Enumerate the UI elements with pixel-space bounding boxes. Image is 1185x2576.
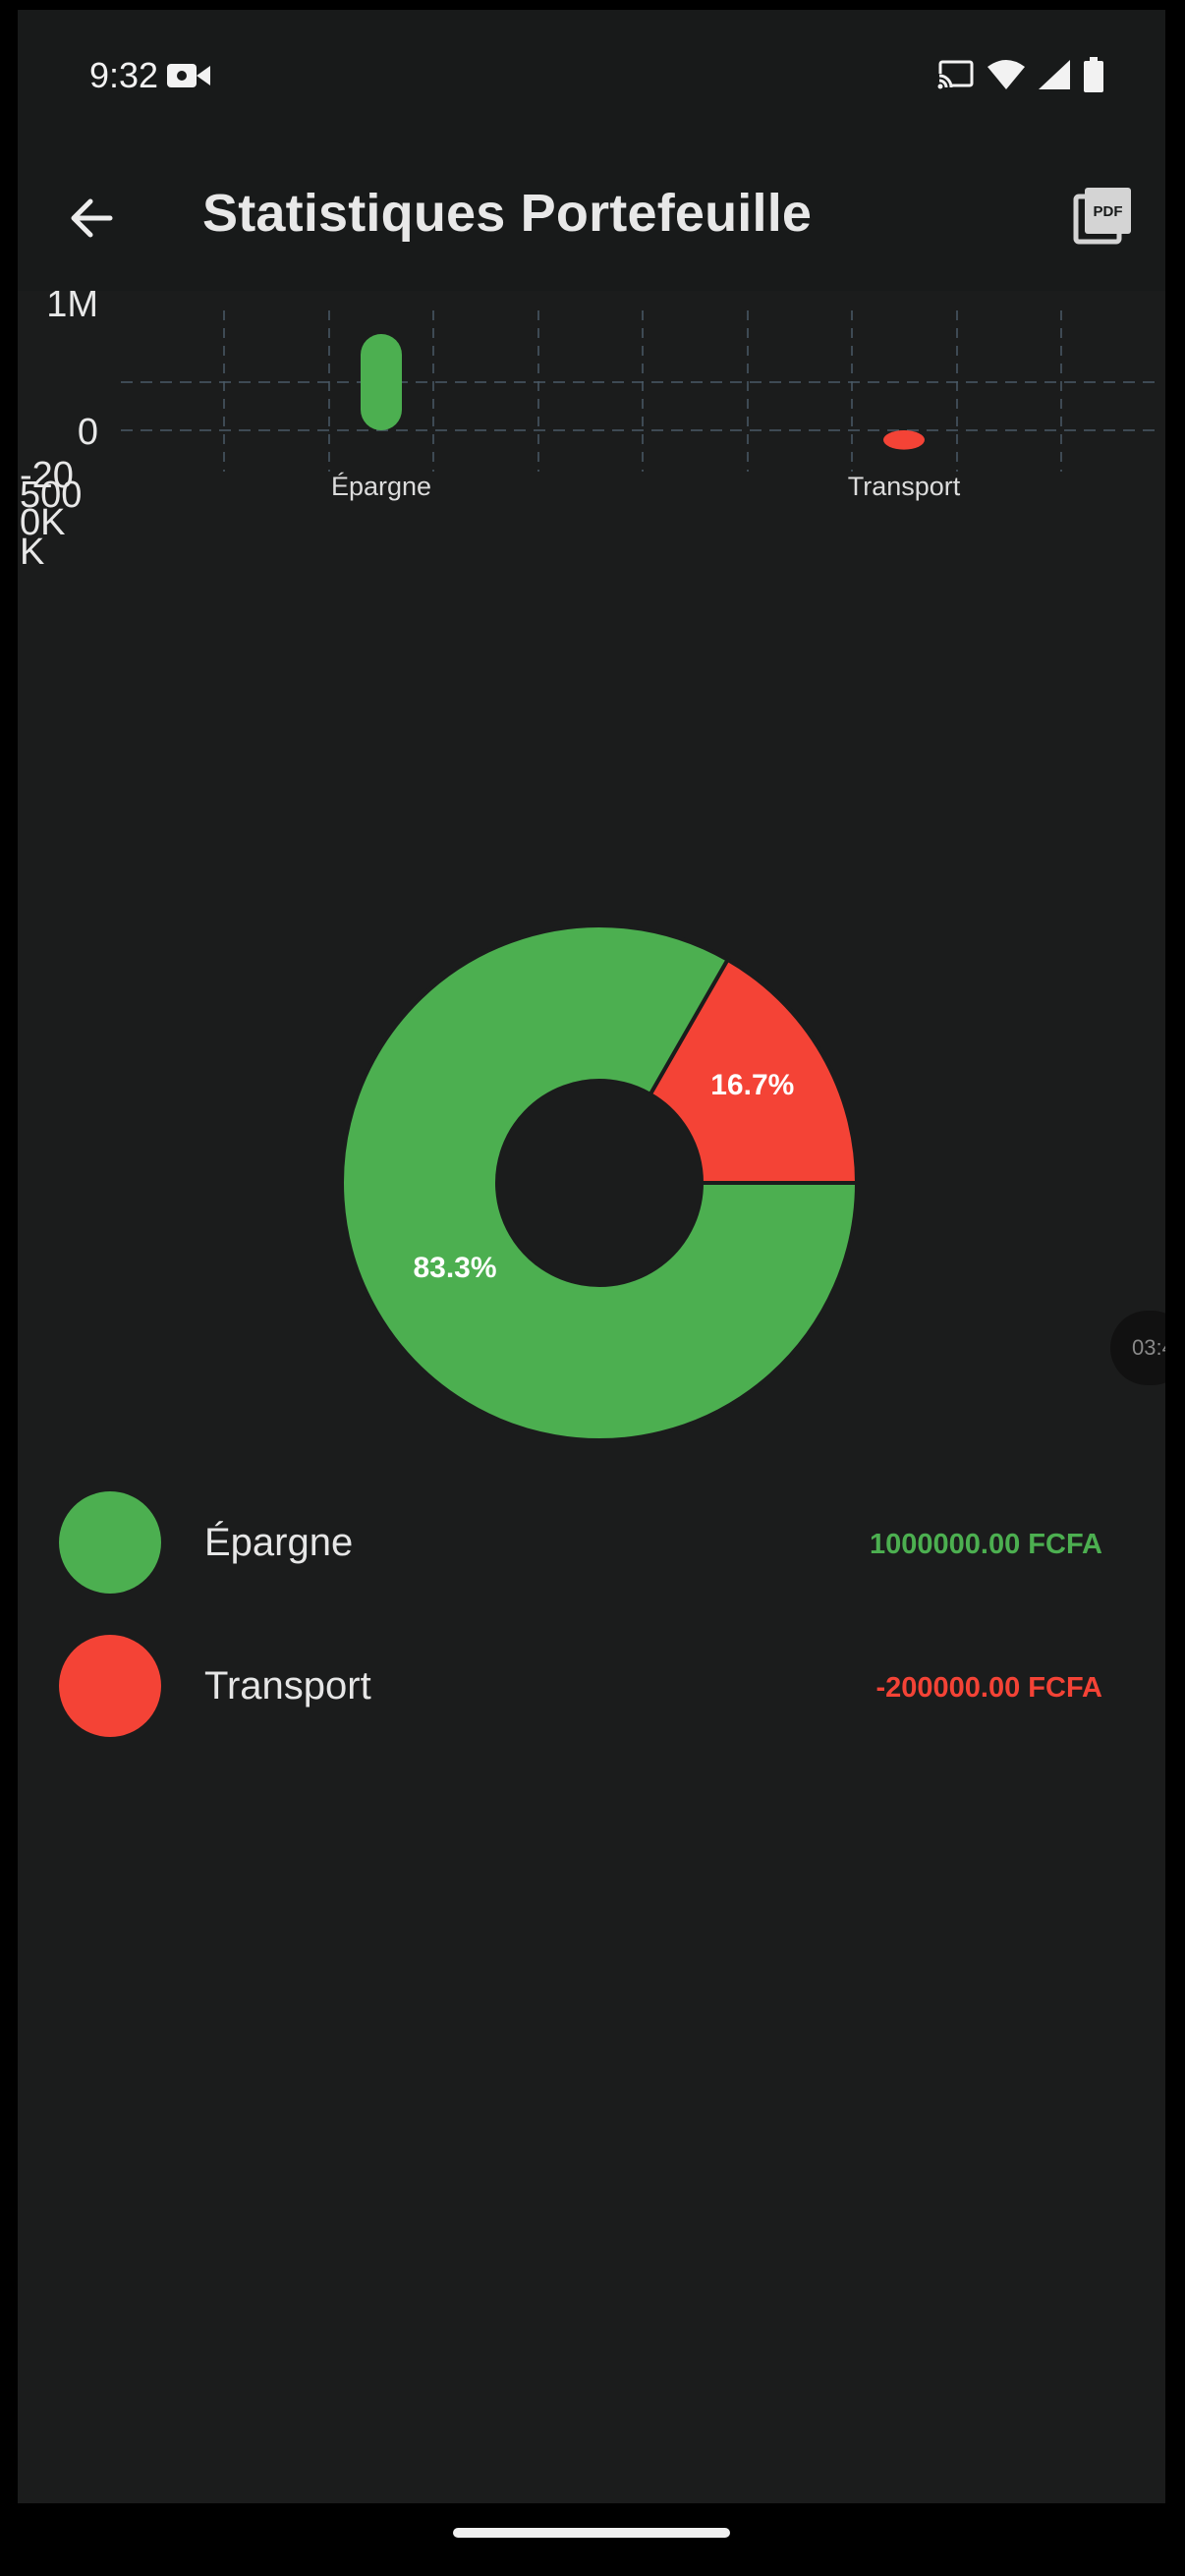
status-icons (937, 57, 1104, 92)
legend-label: Transport (204, 1664, 371, 1708)
pdf-export-icon[interactable]: PDF (1073, 185, 1134, 246)
cell-signal-icon (1039, 60, 1070, 89)
bar-chart: 1M500 K0-20 0KÉpargne Transport (20, 291, 1157, 573)
bar-transport[interactable] (883, 430, 925, 450)
wifi-icon (988, 60, 1025, 89)
y-axis-tick-label: 1M (46, 291, 98, 325)
page-title: Statistiques Portefeuille (202, 184, 813, 243)
legend-amount: -200000.00 FCFA (875, 1672, 1102, 1704)
legend-color-dot (59, 1635, 161, 1737)
donut-percent-label: 83.3% (413, 1252, 496, 1284)
legend-amount: 1000000.00 FCFA (870, 1529, 1102, 1560)
legend-color-dot (59, 1491, 161, 1594)
y-axis-tick-label: 0 (78, 412, 98, 453)
donut-chart: 16.7% 83.3% (340, 924, 860, 1442)
svg-text:PDF: PDF (1094, 203, 1123, 220)
status-bar: 9:32 (18, 10, 1165, 134)
status-time: 9:32 (89, 55, 159, 95)
donut-percent-label: 16.7% (710, 1069, 794, 1101)
legend-label: Épargne (204, 1521, 354, 1564)
app-screen: 9:32 Statistiques Portefeuille PDF 1M 50… (18, 10, 1165, 2503)
legend-item-epargne: Épargne 1000000.00 FCFA (18, 1484, 1165, 1601)
video-camera-icon (167, 64, 210, 87)
cast-icon (937, 60, 974, 89)
battery-icon (1084, 57, 1103, 92)
bar-epargne[interactable] (361, 334, 402, 430)
donut-hole (497, 1081, 702, 1285)
side-timer-badge[interactable]: 03:45 (1110, 1311, 1165, 1385)
home-indicator[interactable] (453, 2528, 730, 2538)
x-axis-category-label: Transport (848, 472, 961, 501)
app-bar: Statistiques Portefeuille PDF (18, 134, 1165, 291)
back-arrow-icon[interactable] (61, 189, 120, 248)
x-axis-category-label: Épargne (331, 472, 431, 501)
legend-item-transport: Transport -200000.00 FCFA (18, 1627, 1165, 1745)
